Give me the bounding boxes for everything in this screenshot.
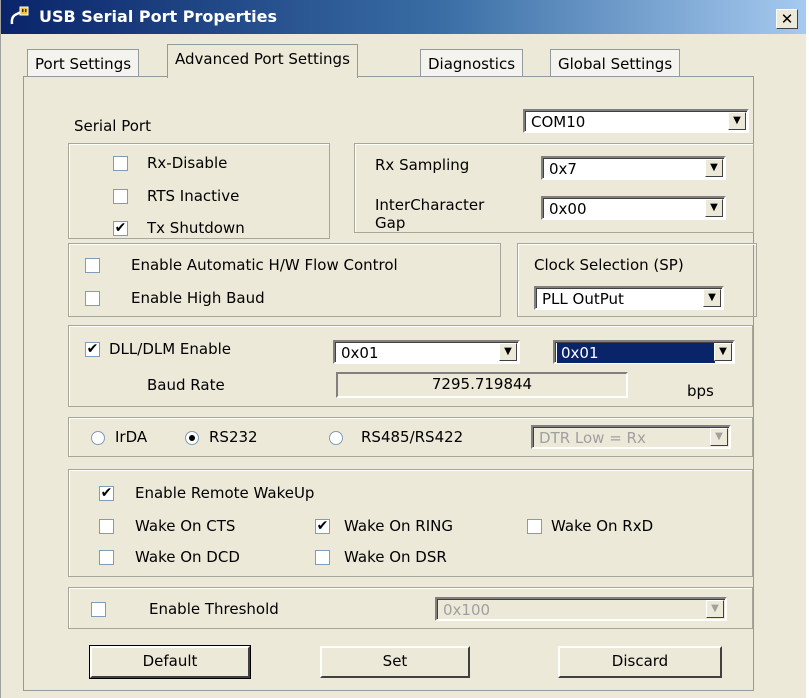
wake-on-dcd-checkbox[interactable] bbox=[99, 550, 114, 565]
wake-on-dcd-label: Wake On DCD bbox=[135, 548, 240, 566]
dll-value-select[interactable]: 0x01 ▼ bbox=[333, 340, 520, 364]
serial-port-value: COM10 bbox=[531, 113, 586, 131]
clock-selection-select[interactable]: PLL OutPut ▼ bbox=[534, 286, 724, 310]
set-button-label: Set bbox=[382, 652, 408, 670]
gap-label-line1: InterCharacter bbox=[375, 196, 485, 214]
wake-on-dsr-checkbox[interactable] bbox=[315, 550, 330, 565]
threshold-group: Enable Threshold 0x100 ▼ bbox=[68, 587, 753, 629]
discard-button[interactable]: Discard bbox=[558, 646, 722, 678]
high-baud-label: Enable High Baud bbox=[131, 289, 265, 307]
rts-inactive-checkbox[interactable] bbox=[113, 189, 128, 204]
remote-wakeup-label: Enable Remote WakeUp bbox=[135, 484, 315, 502]
threshold-select[interactable]: 0x100 ▼ bbox=[435, 597, 727, 621]
chevron-down-icon[interactable]: ▼ bbox=[728, 112, 746, 130]
irda-radio[interactable] bbox=[91, 431, 105, 445]
chevron-down-icon[interactable]: ▼ bbox=[499, 343, 517, 361]
title-bar[interactable]: USB Serial Port Properties ✕ bbox=[1, 0, 806, 34]
rs485-label: RS485/RS422 bbox=[361, 428, 464, 446]
gap-value: 0x00 bbox=[549, 200, 587, 218]
enable-threshold-checkbox[interactable] bbox=[91, 602, 106, 617]
tab-label: Advanced Port Settings bbox=[175, 50, 350, 68]
dll-dlm-enable-checkbox[interactable]: ✔ bbox=[85, 342, 100, 357]
tab-diagnostics[interactable]: Diagnostics bbox=[420, 49, 524, 77]
checkmark-icon: ✔ bbox=[316, 518, 329, 534]
chevron-down-icon[interactable]: ▼ bbox=[703, 289, 721, 307]
wake-on-dsr-label: Wake On DSR bbox=[344, 548, 447, 566]
wake-on-cts-label: Wake On CTS bbox=[135, 517, 236, 535]
baud-rate-value: 7295.719844 bbox=[431, 375, 533, 393]
rx-sampling-select[interactable]: 0x7 ▼ bbox=[541, 156, 726, 180]
checkmark-icon: ✔ bbox=[86, 341, 99, 357]
chevron-down-icon[interactable]: ▼ bbox=[706, 600, 724, 618]
dtr-mode-value: DTR Low = Rx bbox=[539, 429, 646, 447]
tab-advanced-port-settings[interactable]: Advanced Port Settings bbox=[167, 44, 358, 78]
window-title: USB Serial Port Properties bbox=[39, 7, 278, 26]
dtr-mode-select[interactable]: DTR Low = Rx ▼ bbox=[531, 425, 731, 449]
properties-window: USB Serial Port Properties ✕ Port Settin… bbox=[0, 0, 806, 698]
tab-port-settings[interactable]: Port Settings bbox=[27, 49, 140, 77]
chevron-down-icon[interactable]: ▼ bbox=[714, 343, 732, 361]
serial-port-select[interactable]: COM10 ▼ bbox=[523, 109, 749, 133]
rts-inactive-label: RTS Inactive bbox=[147, 187, 240, 205]
close-button[interactable]: ✕ bbox=[776, 9, 798, 29]
tab-label: Global Settings bbox=[558, 55, 673, 73]
rx-sampling-value: 0x7 bbox=[549, 160, 577, 178]
intercharacter-gap-select[interactable]: 0x00 ▼ bbox=[541, 196, 726, 220]
chevron-down-icon[interactable]: ▼ bbox=[710, 428, 728, 446]
enable-threshold-label: Enable Threshold bbox=[149, 600, 279, 618]
gap-label-line2: Gap bbox=[375, 214, 406, 232]
wake-on-cts-checkbox[interactable] bbox=[99, 519, 114, 534]
flow-control-group: Enable Automatic H/W Flow Control Enable… bbox=[68, 243, 501, 317]
dlm-value: 0x01 bbox=[557, 343, 715, 363]
interface-mode-group: IrDA RS232 RS485/RS422 DTR Low = Rx ▼ bbox=[68, 417, 753, 457]
rs485-radio[interactable] bbox=[329, 431, 343, 445]
rs232-label: RS232 bbox=[209, 428, 258, 446]
chevron-down-icon[interactable]: ▼ bbox=[705, 159, 723, 177]
tab-label: Port Settings bbox=[35, 55, 132, 73]
usb-plug-icon bbox=[10, 6, 29, 25]
close-icon: ✕ bbox=[780, 10, 794, 28]
rx-disable-label: Rx-Disable bbox=[147, 154, 228, 172]
dll-dlm-enable-label: DLL/DLM Enable bbox=[109, 340, 232, 358]
rx-sampling-label: Rx Sampling bbox=[375, 156, 470, 174]
wake-on-rxd-checkbox[interactable] bbox=[527, 519, 542, 534]
chevron-down-icon[interactable]: ▼ bbox=[705, 199, 723, 217]
wake-on-ring-label: Wake On RING bbox=[344, 517, 453, 535]
tx-shutdown-label: Tx Shutdown bbox=[147, 219, 245, 237]
baud-unit-label: bps bbox=[687, 382, 714, 400]
rx-disable-checkbox[interactable] bbox=[113, 156, 128, 171]
auto-hw-flow-checkbox[interactable] bbox=[85, 258, 100, 273]
tab-global-settings[interactable]: Global Settings bbox=[550, 49, 681, 77]
default-button-label: Default bbox=[142, 652, 198, 670]
high-baud-checkbox[interactable] bbox=[85, 291, 100, 306]
irda-label: IrDA bbox=[115, 428, 148, 446]
remote-wakeup-checkbox[interactable]: ✔ bbox=[99, 486, 114, 501]
clock-selection-group: Clock Selection (SP) PLL OutPut ▼ bbox=[517, 243, 757, 317]
checkmark-icon: ✔ bbox=[100, 485, 113, 501]
baud-rate-readout: 7295.719844 bbox=[336, 372, 628, 398]
sampling-group: Rx Sampling 0x7 ▼ InterCharacter Gap 0x0… bbox=[354, 143, 754, 233]
wake-on-ring-checkbox[interactable]: ✔ bbox=[315, 519, 330, 534]
dlm-value-select[interactable]: 0x01 ▼ bbox=[553, 340, 735, 364]
wake-on-rxd-label: Wake On RxD bbox=[551, 517, 654, 535]
checkmark-icon: ✔ bbox=[114, 220, 127, 236]
set-button[interactable]: Set bbox=[320, 646, 470, 678]
dll-value: 0x01 bbox=[341, 344, 379, 362]
default-button[interactable]: Default bbox=[89, 645, 251, 679]
serial-port-label: Serial Port bbox=[74, 117, 151, 135]
tab-label: Diagnostics bbox=[428, 55, 516, 73]
baud-rate-label: Baud Rate bbox=[147, 376, 225, 394]
auto-hw-flow-label: Enable Automatic H/W Flow Control bbox=[131, 256, 398, 274]
clock-selection-value: PLL OutPut bbox=[542, 290, 624, 308]
remote-wakeup-group: ✔ Enable Remote WakeUp Wake On CTS ✔ Wak… bbox=[68, 469, 753, 577]
dll-dlm-group: ✔ DLL/DLM Enable 0x01 ▼ 0x01 ▼ Baud Rate… bbox=[68, 325, 753, 407]
rx-options-group: Rx-Disable RTS Inactive ✔ Tx Shutdown bbox=[68, 143, 330, 239]
threshold-value: 0x100 bbox=[443, 601, 491, 619]
advanced-settings-panel: Serial Port COM10 ▼ Rx-Disable RTS Inact… bbox=[23, 76, 757, 691]
tx-shutdown-checkbox[interactable]: ✔ bbox=[113, 221, 128, 236]
discard-button-label: Discard bbox=[611, 652, 669, 670]
clock-selection-label: Clock Selection (SP) bbox=[534, 256, 684, 274]
rs232-radio[interactable] bbox=[185, 431, 199, 445]
